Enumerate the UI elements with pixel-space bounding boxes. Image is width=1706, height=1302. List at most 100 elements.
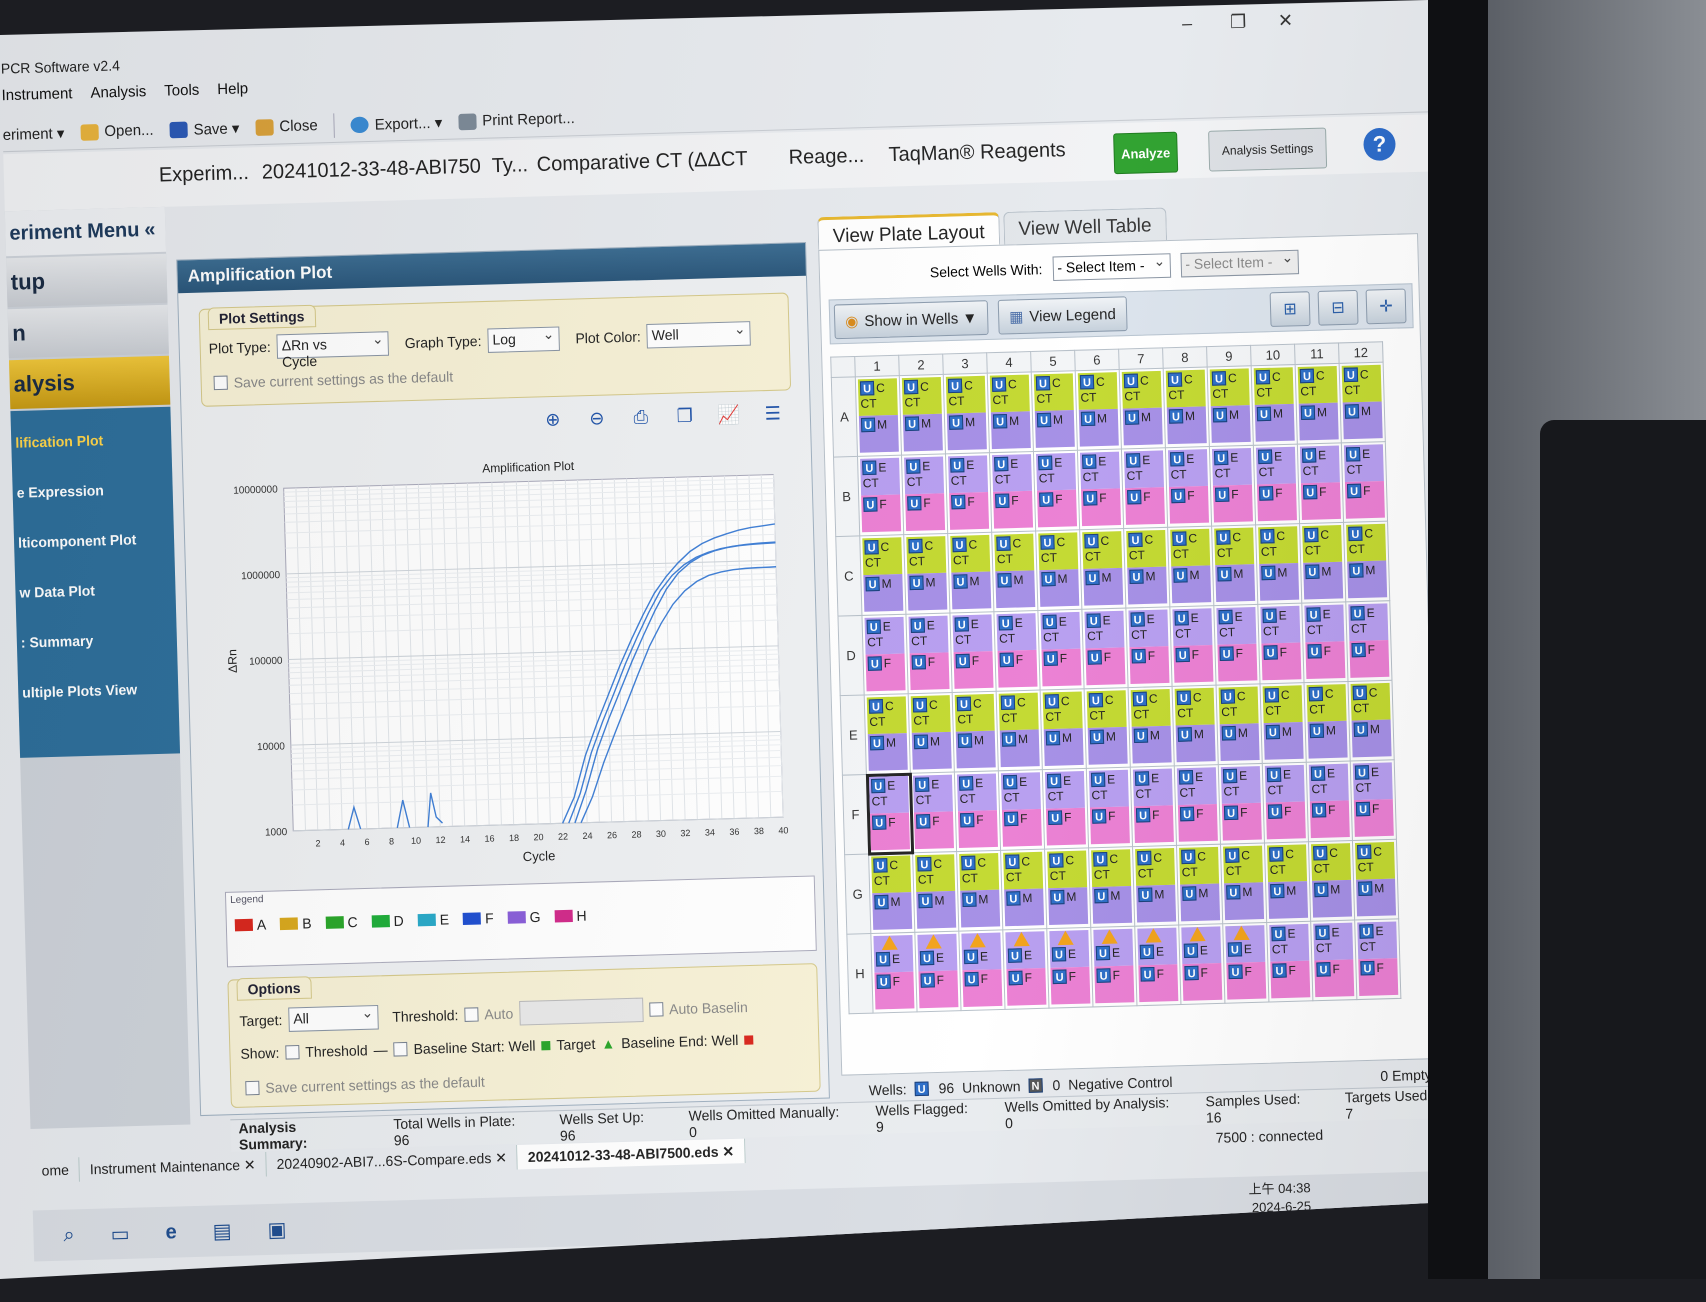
open-button[interactable]: Open... [80,121,154,141]
plate-well[interactable]: U E CT U F [1310,920,1357,1001]
plate-well[interactable]: U E CT U F [1350,759,1397,841]
print-icon[interactable]: ⎙ [630,406,653,429]
column-header[interactable]: 10 [1250,344,1296,366]
plot-color-select[interactable]: Well [646,321,752,349]
menu-tools[interactable]: Tools [164,81,200,104]
plate-well[interactable]: U C CT U M [1264,841,1311,923]
show-in-wells-button[interactable]: ◉ Show in Wells ▼ [833,300,989,340]
plate-well[interactable]: UEUF [1222,922,1269,1004]
target-select[interactable]: All [287,1004,379,1032]
auto-baseline-checkbox[interactable] [648,1002,664,1017]
plate-well[interactable]: U E CT U F [1042,768,1089,850]
plate-well[interactable]: U C CT U M [1123,527,1170,609]
file-tab-compare[interactable]: 20240902-ABI7...6S-Compare.eds ✕ [266,1144,519,1177]
plate-well[interactable]: U E CT U F [1086,767,1133,848]
tab-view-well-table[interactable]: View Well Table [1003,207,1167,245]
plate-well[interactable]: U C CT U M [952,691,999,773]
plate-well[interactable]: U E CT U F [861,614,909,695]
plate-well[interactable]: U E CT U F [1297,442,1344,524]
restore-button[interactable]: ❐ [1230,11,1247,33]
row-header[interactable]: H [846,933,874,1014]
file-tab-current[interactable]: 20241012-33-48-ABI7500.eds ✕ [517,1138,746,1170]
experiment-menu-button[interactable]: eriment ▾ [2,123,64,143]
plate-well[interactable]: U E CT U F [1209,445,1256,527]
plate-well[interactable]: U E CT U F [954,770,1001,852]
column-header[interactable]: 2 [898,354,944,376]
plate-well[interactable]: U E CT U F [1077,449,1124,530]
select-item-dropdown-2[interactable]: - Select Item - [1180,249,1299,278]
plate-well[interactable]: U C CT U M [1299,522,1346,604]
sidebar-link-multiple-plots-view[interactable]: ultiple Plots View [18,663,179,717]
plate-well[interactable]: U C CT U M [1339,362,1386,443]
plate-well[interactable]: U C CT U M [947,532,994,613]
column-header[interactable]: 6 [1074,349,1120,371]
plate-fit-icon[interactable]: ✛ [1365,288,1407,325]
plate-well[interactable]: U E CT U F [1033,450,1080,532]
search-icon[interactable]: ⌕ [63,1223,75,1247]
plate-well[interactable]: U E CT U F [910,772,957,853]
plate-well[interactable]: U C CT U M [1172,685,1219,766]
plate-well[interactable]: U C CT U M [1211,524,1258,606]
plate-well[interactable]: U E CT U F [865,772,914,856]
plate-well[interactable]: U C CT U M [912,851,959,933]
view-legend-button[interactable]: ▦ View Legend [997,296,1128,335]
plate-well[interactable]: U C CT U M [987,371,1034,453]
column-header[interactable]: 5 [1030,350,1076,372]
plate-well[interactable]: U C CT U M [1220,842,1267,924]
plate-well[interactable]: UEUF [1046,927,1093,1009]
show-threshold-checkbox[interactable] [285,1044,300,1060]
plate-well[interactable]: U E CT U F [905,612,953,694]
plate-well[interactable]: U C CT U M [991,531,1038,612]
file-tab-home[interactable]: ome [31,1157,81,1184]
row-header[interactable]: G [844,854,871,935]
plate-well[interactable]: U C CT U M [1255,523,1302,605]
plate-well[interactable]: U E CT U F [857,455,904,536]
plate-well[interactable]: U C CT U M [1084,687,1131,769]
select-item-dropdown-1[interactable]: - Select Item - [1052,253,1171,282]
auto-threshold-checkbox[interactable] [464,1007,479,1022]
plot-type-select[interactable]: ΔRn vs Cycle [276,331,390,370]
column-header[interactable]: 3 [942,352,988,375]
sidebar-step-setup[interactable]: tup [6,253,168,308]
plate-well[interactable]: U E CT U F [1037,609,1085,691]
minimize-button[interactable]: – [1182,13,1193,35]
notepad-icon[interactable]: ▤ [212,1218,232,1244]
plate-well[interactable]: UEUF [1134,924,1181,1006]
options-tab[interactable]: Options [236,976,312,1001]
plate-well[interactable]: U C CT U M [943,373,990,454]
close-button[interactable]: Close [255,117,318,136]
plate-well[interactable]: U C CT U M [1304,681,1351,763]
plate-well[interactable]: U C CT U M [1347,680,1395,761]
plate-well[interactable]: U E CT U F [1169,605,1217,687]
browser-icon[interactable]: e [165,1220,177,1244]
plate-well[interactable]: U E CT U F [1174,764,1221,846]
plate-well[interactable]: UEUF [870,932,918,1014]
copy-icon[interactable]: ❐ [674,404,697,427]
pcr-app-icon[interactable]: ▣ [267,1216,287,1242]
plate-well[interactable]: U E CT U F [1121,447,1168,529]
row-header[interactable]: B [833,456,860,537]
plate-well[interactable]: U C CT U M [996,690,1043,771]
plate-well[interactable]: U C CT U M [1352,839,1399,921]
threshold-input[interactable] [518,997,644,1026]
column-header[interactable]: 8 [1162,346,1208,369]
plate-well[interactable]: U C CT U M [1031,370,1078,452]
help-icon[interactable]: ? [1363,127,1396,162]
plate-well[interactable]: U C CT U M [1167,526,1214,607]
menu-help[interactable]: Help [217,80,248,103]
task-view-icon[interactable]: ▭ [110,1221,130,1247]
zoom-out-icon[interactable]: ⊖ [586,407,609,430]
sidebar-link-qc-summary[interactable]: : Summary [16,613,177,667]
plate-well[interactable]: U C CT U M [1251,364,1298,446]
plate-well[interactable]: U E CT U F [1218,763,1265,845]
plate-well[interactable]: U C CT U M [855,375,902,457]
save-settings-checkbox[interactable] [213,375,228,391]
plate-well[interactable]: U C CT U M [1163,367,1210,448]
amplification-chart[interactable]: Amplification Plot 2 4 6 8 10 12 14 16 18 20 22 24 26… [213,437,805,881]
plate-zoom-in-icon[interactable]: ⊞ [1269,291,1311,327]
plate-well[interactable]: U C CT U M [1079,528,1126,610]
analysis-settings-button[interactable]: Analysis Settings [1208,127,1328,172]
collapse-sidebar-icon[interactable]: « [144,218,156,242]
plate-well[interactable]: U E CT U F [989,451,1036,533]
analyze-button[interactable]: Analyze [1113,131,1179,175]
